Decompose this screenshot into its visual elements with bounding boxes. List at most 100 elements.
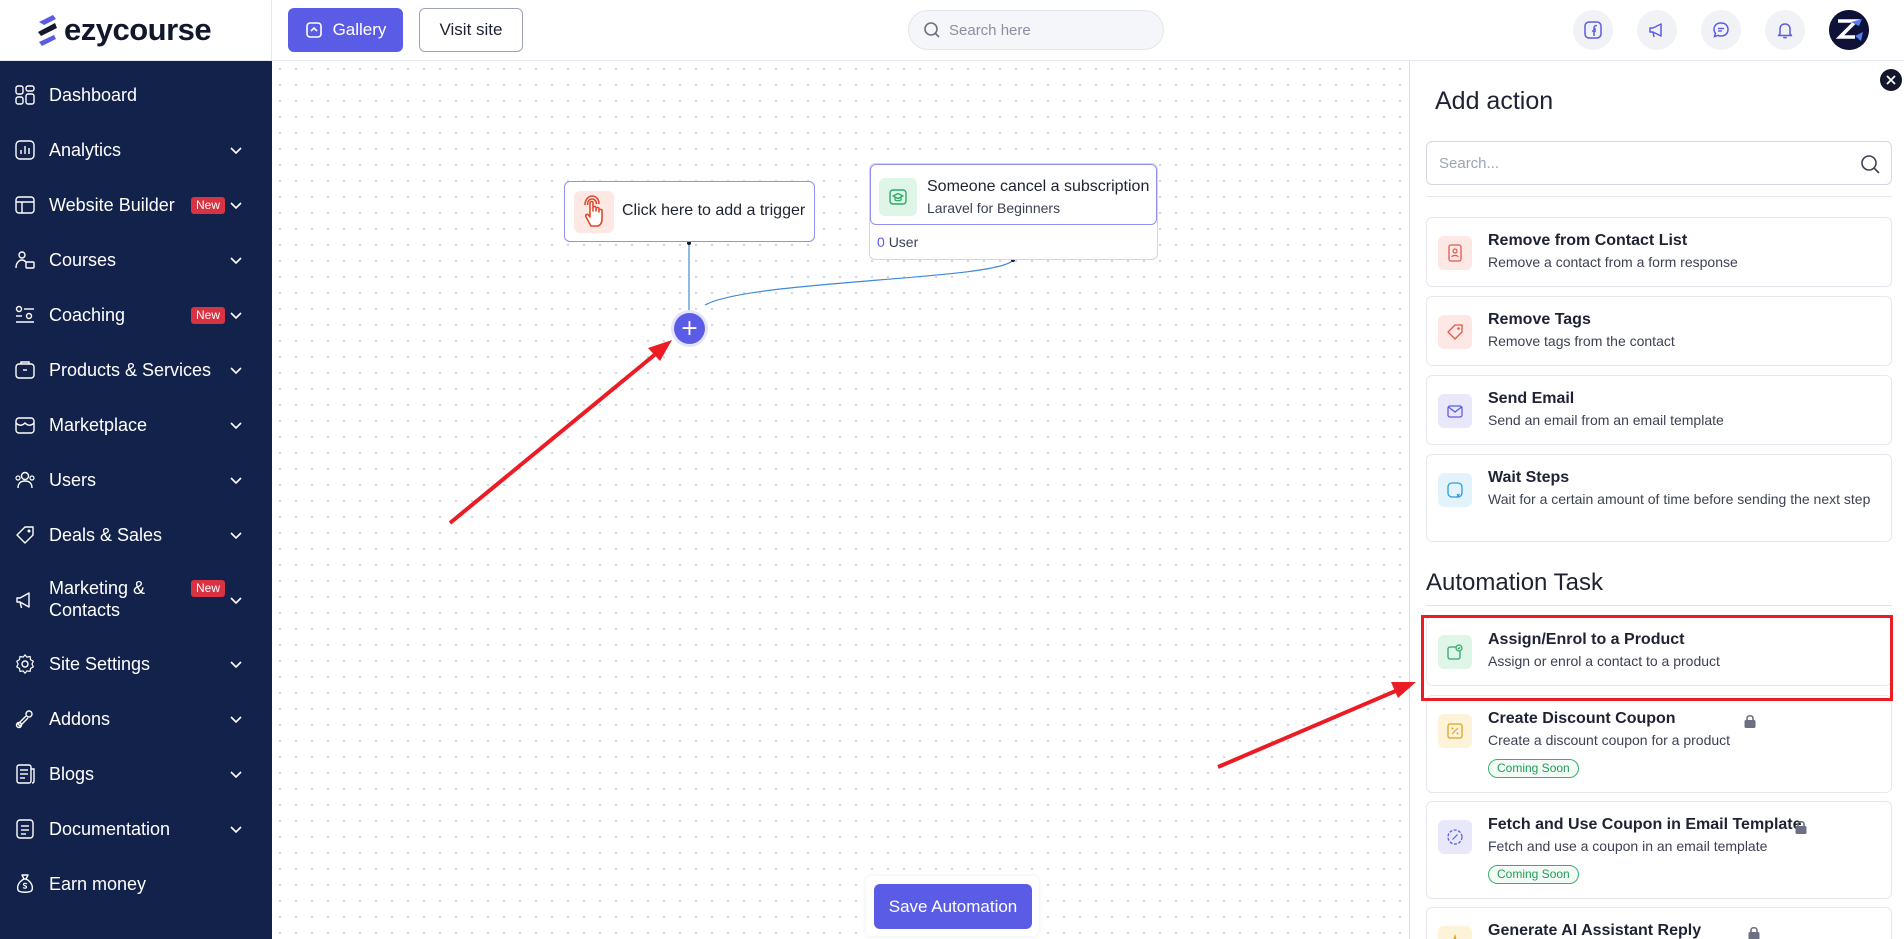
action-title: Remove from Contact List [1488, 232, 1688, 249]
event-node[interactable]: Someone cancel a subscription Laravel fo… [869, 163, 1158, 260]
wait-icon [1438, 473, 1472, 507]
chevron-down-icon [230, 661, 242, 669]
add-action-panel: Add action Remove from Contact List Remo… [1409, 61, 1904, 939]
courses-icon [13, 248, 37, 272]
lock-icon [1748, 926, 1760, 939]
sidebar-item-label: Site Settings [49, 654, 151, 674]
action-search-input[interactable] [1439, 154, 1839, 172]
sidebar-item-marketplace[interactable]: Marketplace [0, 403, 272, 447]
gallery-button[interactable]: Gallery [288, 8, 403, 52]
task-generate-ai-reply[interactable]: Generate AI Assistant Reply [1426, 907, 1892, 939]
action-send-email[interactable]: Send Email Send an email from an email t… [1426, 375, 1892, 445]
visit-site-button[interactable]: Visit site [419, 8, 523, 52]
brand-divider [271, 0, 272, 61]
chevron-down-icon [230, 826, 242, 834]
task-description: Create a discount coupon for a product [1488, 732, 1731, 748]
notifications-button[interactable] [1765, 10, 1805, 50]
search-icon [924, 22, 940, 38]
task-description: Assign or enrol a contact to a product [1488, 653, 1720, 669]
sidebar-item-site-settings[interactable]: Site Settings [0, 642, 272, 686]
sidebar-item-label: Deals & Sales [49, 525, 163, 545]
action-remove-tags[interactable]: Remove Tags Remove tags from the contact [1426, 296, 1892, 366]
sidebar-item-marketing-contacts[interactable]: Marketing & Contacts New [0, 568, 272, 632]
action-title: Send Email [1488, 390, 1575, 407]
action-wait-steps[interactable]: Wait Steps Wait for a certain amount of … [1426, 454, 1892, 542]
sidebar-item-label: Products & Services [49, 360, 212, 380]
gallery-label: Gallery [332, 20, 387, 39]
automation-task-heading: Automation Task [1426, 569, 1603, 596]
sidebar-item-label: Earn money [49, 874, 147, 894]
event-subtitle: Laravel for Beginners [927, 200, 1061, 216]
analytics-icon [13, 138, 37, 162]
sidebar-item-label: Users [49, 470, 97, 490]
save-bar: Save Automation [866, 876, 1039, 936]
chevron-down-icon [230, 716, 242, 724]
coming-soon-badge: Coming Soon [1488, 759, 1579, 778]
event-header[interactable]: Someone cancel a subscription Laravel fo… [870, 164, 1157, 225]
contact-list-icon [1438, 236, 1472, 270]
trigger-node[interactable]: Click here to add a trigger [564, 181, 815, 242]
action-search[interactable] [1426, 141, 1892, 185]
sidebar-item-label: Dashboard [49, 85, 138, 105]
sidebar-item-website-builder[interactable]: Website Builder New [0, 183, 272, 227]
chevron-down-icon [230, 597, 242, 605]
action-remove-from-contact-list[interactable]: Remove from Contact List Remove a contac… [1426, 217, 1892, 287]
facebook-button[interactable] [1573, 10, 1613, 50]
task-create-discount-coupon[interactable]: Create Discount Coupon Create a discount… [1426, 695, 1892, 793]
chevron-down-icon [230, 532, 242, 540]
task-assign-enrol-product[interactable]: Assign/Enrol to a Product Assign or enro… [1426, 616, 1892, 686]
task-fetch-use-coupon[interactable]: Fetch and Use Coupon in Email Template F… [1426, 801, 1892, 899]
deals-icon [13, 523, 37, 547]
chevron-down-icon [230, 202, 242, 210]
fetch-coupon-icon [1438, 820, 1472, 854]
sidebar-item-users[interactable]: Users [0, 458, 272, 502]
action-title: Wait Steps [1488, 469, 1570, 486]
coupon-icon [1438, 714, 1472, 748]
email-icon [1438, 394, 1472, 428]
chevron-down-icon [230, 422, 242, 430]
sidebar-item-blogs[interactable]: Blogs [0, 752, 272, 796]
section-divider [1426, 605, 1892, 606]
lock-icon [1744, 714, 1756, 728]
user-avatar[interactable] [1829, 10, 1869, 50]
panel-title: Add action [1435, 87, 1554, 115]
assign-product-icon [1438, 635, 1472, 669]
action-description: Remove a contact from a form response [1488, 254, 1738, 270]
sidebar-item-label: Addons [49, 709, 111, 729]
logo-mark-icon [38, 15, 57, 46]
chevron-down-icon [230, 367, 242, 375]
new-badge: New [191, 580, 226, 597]
sidebar-item-deals-sales[interactable]: Deals & Sales [0, 513, 272, 557]
action-title: Remove Tags [1488, 311, 1591, 328]
add-step-button[interactable]: + [674, 313, 705, 344]
task-title: Fetch and Use Coupon in Email Template [1488, 816, 1802, 833]
sidebar-item-coaching[interactable]: Coaching New [0, 293, 272, 337]
trigger-label: Click here to add a trigger [622, 202, 806, 219]
sidebar-item-documentation[interactable]: Documentation [0, 807, 272, 851]
sidebar-item-label: Marketplace [49, 415, 148, 435]
chevron-down-icon [230, 312, 242, 320]
sidebar-item-courses[interactable]: Courses [0, 238, 272, 282]
sidebar-item-label: Blogs [49, 764, 95, 784]
sidebar-item-products-services[interactable]: Products & Services [0, 348, 272, 392]
save-automation-button[interactable]: Save Automation [874, 884, 1032, 929]
chat-icon [1713, 22, 1729, 38]
announcements-button[interactable] [1637, 10, 1677, 50]
close-panel-button[interactable] [1880, 69, 1902, 91]
brand-logo[interactable]: ezycourse [36, 12, 212, 48]
documentation-icon [13, 817, 37, 841]
task-title: Generate AI Assistant Reply [1488, 922, 1702, 939]
avatar-image [1829, 10, 1869, 50]
sidebar-item-analytics[interactable]: Analytics [0, 128, 272, 172]
sidebar-item-label: Documentation [49, 819, 171, 839]
sidebar-item-earn-money[interactable]: Earn money [0, 862, 272, 906]
messages-button[interactable] [1701, 10, 1741, 50]
sidebar-item-addons[interactable]: Addons [0, 697, 272, 741]
top-bar: ezycourse Gallery Visit site [0, 0, 1904, 61]
close-icon [1886, 75, 1896, 85]
sidebar-item-dashboard[interactable]: Dashboard [0, 73, 272, 117]
global-search[interactable] [908, 10, 1164, 50]
global-search-input[interactable] [949, 21, 1149, 39]
automation-canvas[interactable] [272, 61, 1409, 939]
sidebar-item-label-line1: Marketing & [49, 578, 146, 598]
